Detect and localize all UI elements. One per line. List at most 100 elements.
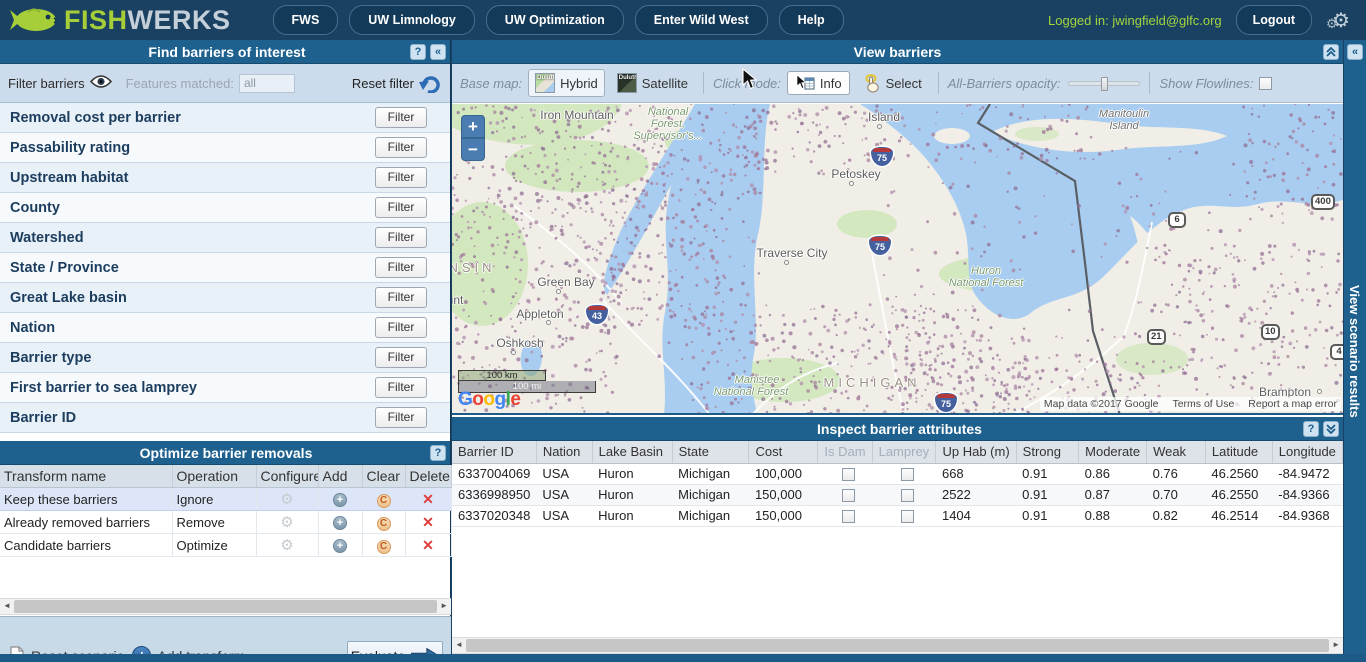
configure-gear-icon[interactable]: ⚙	[280, 491, 293, 508]
barrier-cell: -84.9366	[1272, 484, 1342, 505]
filter-button[interactable]: Filter	[375, 257, 427, 278]
transform-row[interactable]: Keep these barriersIgnore⚙+C✕	[0, 488, 451, 511]
filter-label: State / Province	[10, 260, 375, 276]
nav-fws[interactable]: FWS	[273, 5, 339, 35]
flowlines-checkbox[interactable]	[1259, 77, 1272, 90]
nav-help[interactable]: Help	[779, 5, 844, 35]
reset-filter-button[interactable]: Reset filter	[352, 73, 442, 93]
nav-enter-wild-west[interactable]: Enter Wild West	[635, 5, 768, 35]
opt-col-header: Delete	[405, 465, 451, 488]
configure-gear-icon[interactable]: ⚙	[280, 537, 293, 554]
map-toolbar: Base map: Duluth Hybrid Duluth Satellite…	[452, 64, 1343, 103]
find-collapse-button[interactable]: «	[430, 44, 446, 60]
features-matched-input[interactable]	[239, 74, 295, 93]
barrier-row[interactable]: 6337020348USAHuronMichigan150,00014040.9…	[452, 505, 1343, 526]
barrier-row[interactable]: 6337004069USAHuronMichigan100,0006680.91…	[452, 463, 1343, 484]
inspect-panel-header: Inspect barrier attributes ?	[452, 417, 1343, 441]
barrier-cell: USA	[536, 463, 592, 484]
lamprey-checkbox[interactable]	[901, 489, 914, 502]
map-panel-header: View barriers	[452, 40, 1343, 64]
slider-thumb[interactable]	[1101, 77, 1108, 91]
delete-x-icon[interactable]: ✕	[422, 537, 434, 553]
barrier-col-header: Weak	[1147, 441, 1206, 463]
filter-button[interactable]: Filter	[375, 377, 427, 398]
delete-x-icon[interactable]: ✕	[422, 514, 434, 530]
nav-uw-limnology[interactable]: UW Limnology	[349, 5, 475, 35]
inspect-collapse-button[interactable]	[1323, 421, 1339, 437]
terms-link[interactable]: Terms of Use	[1172, 398, 1234, 410]
map-label: Island	[868, 110, 900, 124]
optimize-help-button[interactable]: ?	[430, 445, 446, 461]
hybrid-thumbnail: Duluth	[535, 73, 555, 93]
settings-gears-icon[interactable]: ⚙⚙	[1326, 6, 1356, 34]
barrier-cell: 0.91	[1016, 505, 1078, 526]
zoom-out-button[interactable]: −	[461, 138, 485, 161]
filter-button[interactable]: Filter	[375, 317, 427, 338]
map-label: Supervisor's...	[633, 130, 702, 142]
scenario-results-label[interactable]: View scenario results	[1347, 285, 1362, 418]
undo-arrow-icon	[418, 73, 442, 93]
strip-expand-button[interactable]: «	[1347, 44, 1363, 60]
find-help-button[interactable]: ?	[410, 44, 426, 60]
filter-row: Removal cost per barrierFilter	[0, 103, 450, 133]
clear-icon[interactable]: C	[377, 517, 391, 531]
filter-button[interactable]: Filter	[375, 407, 427, 428]
top-bar: FishWerks FWSUW LimnologyUW Optimization…	[0, 0, 1366, 40]
inspect-panel-title: Inspect barrier attributes	[496, 421, 1303, 437]
filter-button[interactable]: Filter	[375, 167, 427, 188]
map-base-layer	[452, 104, 1343, 415]
barrier-col-header: Moderate	[1079, 441, 1147, 463]
nav-uw-optimization[interactable]: UW Optimization	[486, 5, 624, 35]
report-error-link[interactable]: Report a map error	[1248, 398, 1337, 410]
barrier-cell: 100,000	[749, 463, 818, 484]
select-mode-button[interactable]: Select	[856, 71, 929, 96]
basemap-satellite-button[interactable]: Duluth Satellite	[611, 70, 694, 96]
delete-x-icon[interactable]: ✕	[422, 491, 434, 507]
add-plus-icon[interactable]: +	[333, 493, 347, 507]
add-plus-icon[interactable]: +	[333, 516, 347, 530]
configure-gear-icon[interactable]: ⚙	[280, 514, 293, 531]
filter-button[interactable]: Filter	[375, 227, 427, 248]
filter-row: First barrier to sea lampreyFilter	[0, 373, 450, 403]
filter-row: Great Lake basinFilter	[0, 283, 450, 313]
barrier-cell: 46.2550	[1205, 484, 1272, 505]
scenario-results-strip[interactable]: « View scenario results	[1344, 40, 1366, 662]
base-map-label: Base map:	[460, 76, 522, 91]
transform-row[interactable]: Candidate barriersOptimize⚙+C✕	[0, 534, 451, 557]
barrier-row[interactable]: 6336998950USAHuronMichigan150,00025220.9…	[452, 484, 1343, 505]
left-horizontal-scrollbar[interactable]: ◄►	[0, 598, 451, 615]
lamprey-checkbox[interactable]	[901, 510, 914, 523]
filter-button[interactable]: Filter	[375, 347, 427, 368]
filter-button[interactable]: Filter	[375, 137, 427, 158]
basemap-hybrid-button[interactable]: Duluth Hybrid	[528, 69, 605, 97]
clear-icon[interactable]: C	[377, 494, 391, 508]
filter-label: Nation	[10, 320, 375, 336]
eye-icon[interactable]	[90, 75, 112, 91]
is-dam-checkbox[interactable]	[842, 510, 855, 523]
barrier-cell: 0.91	[1016, 484, 1078, 505]
transforms-table: Transform nameOperationConfigureAddClear…	[0, 465, 452, 557]
info-mode-button[interactable]: Info	[787, 71, 850, 95]
opacity-slider[interactable]	[1068, 81, 1140, 86]
map-zoom-control: + −	[461, 115, 485, 161]
right-horizontal-scrollbar[interactable]: ◄►	[452, 637, 1343, 654]
map-collapse-button[interactable]	[1323, 44, 1339, 60]
optimize-panel: Optimize barrier removals ? Transform na…	[0, 441, 450, 557]
filter-button[interactable]: Filter	[375, 287, 427, 308]
filter-row: Passability ratingFilter	[0, 133, 450, 163]
map-canvas[interactable]: Iron MountainNationalForest,Supervisor's…	[452, 104, 1343, 415]
clear-icon[interactable]: C	[377, 540, 391, 554]
zoom-in-button[interactable]: +	[461, 115, 485, 138]
is-dam-checkbox[interactable]	[842, 489, 855, 502]
logout-button[interactable]: Logout	[1236, 5, 1312, 35]
filter-button[interactable]: Filter	[375, 197, 427, 218]
is-dam-checkbox[interactable]	[842, 468, 855, 481]
transform-row[interactable]: Already removed barriersRemove⚙+C✕	[0, 511, 451, 534]
add-plus-icon[interactable]: +	[333, 539, 347, 553]
top-nav: FWS UW Limnology UW Optimization Enter Wild…	[273, 5, 844, 35]
city-dot	[556, 289, 561, 294]
scale-km: 100 km	[458, 370, 546, 381]
filter-button[interactable]: Filter	[375, 107, 427, 128]
lamprey-checkbox[interactable]	[901, 468, 914, 481]
inspect-help-button[interactable]: ?	[1303, 421, 1319, 437]
